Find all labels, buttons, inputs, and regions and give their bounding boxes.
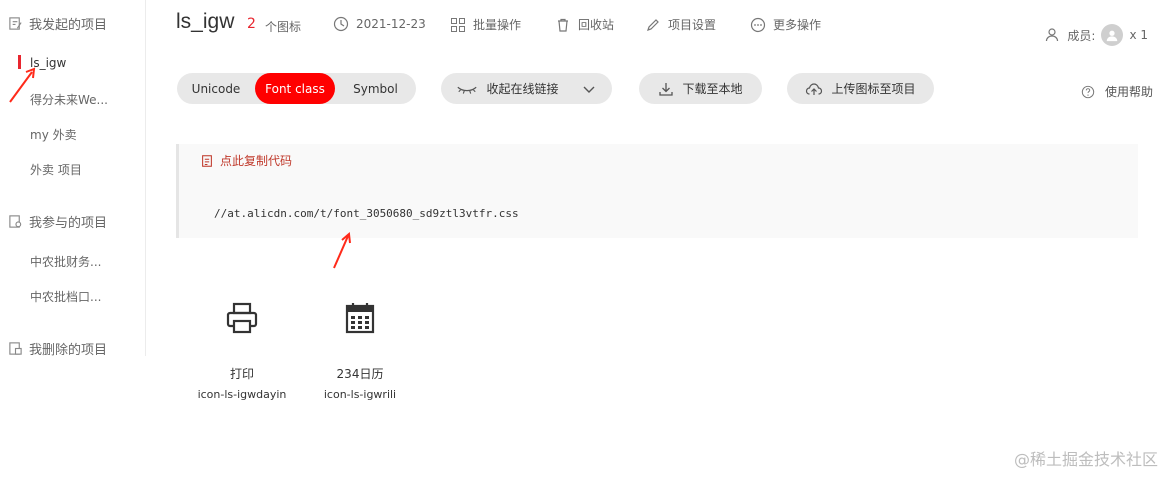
sidebar-item-joined-1[interactable]: 中农批财务...	[30, 253, 101, 270]
recycle-bin-button[interactable]: 回收站	[555, 16, 614, 33]
collapse-online-link-button[interactable]: 收起在线链接	[441, 73, 612, 104]
cloud-upload-icon	[806, 82, 823, 95]
batch-operation-button[interactable]: 批量操作	[450, 16, 521, 33]
pencil-icon	[647, 18, 659, 31]
batch-operation-label: 批量操作	[473, 18, 522, 32]
trash-icon	[558, 18, 568, 32]
eye-closed-icon	[457, 86, 478, 94]
copy-code-button[interactable]: 点此复制代码	[200, 152, 292, 169]
joined-projects-section[interactable]: 我参与的项目	[8, 212, 107, 231]
user-avatar-icon	[1107, 30, 1118, 42]
upload-icons-button[interactable]: 上传图标至项目	[787, 73, 934, 104]
icon-class-name: icon-ls-igwrili	[323, 388, 397, 401]
download-icon	[659, 82, 674, 96]
avatar[interactable]	[1101, 24, 1124, 46]
css-link-url[interactable]: //at.alicdn.com/t/font_3050680_sd9ztl3vt…	[214, 207, 519, 220]
deleted-projects-section[interactable]: 我删除的项目	[8, 339, 107, 358]
project-title: ls_igw	[176, 10, 235, 33]
copy-doc-icon	[202, 154, 212, 167]
member-icon	[1046, 28, 1059, 42]
sidebar-item-project-3[interactable]: my 外卖	[30, 126, 77, 143]
edit-doc-icon	[9, 17, 22, 30]
download-label: 下载至本地	[682, 82, 743, 96]
copy-code-label: 点此复制代码	[220, 154, 293, 168]
code-panel	[176, 144, 1138, 238]
more-operations-button[interactable]: 更多操作	[750, 16, 821, 33]
doc-delete-icon	[9, 342, 22, 355]
sidebar: 我发起的项目 ls_igw 得分未来We... my 外卖 外卖 项目 我参与的…	[0, 0, 146, 358]
icon-card-rili[interactable]: 234日历 icon-ls-igwrili	[305, 300, 415, 401]
tab-unicode[interactable]: Unicode	[177, 73, 255, 104]
annotation-arrow-sidebar	[9, 67, 36, 103]
members-info[interactable]: 成员: x 1	[1045, 24, 1148, 46]
help-label: 使用帮助	[1104, 85, 1153, 99]
sidebar-item-joined-2[interactable]: 中农批档口...	[30, 288, 101, 305]
format-switcher: Unicode Font class Symbol	[177, 73, 416, 104]
annotation-arrow-code	[333, 232, 351, 269]
calendar-icon	[345, 303, 375, 334]
icon-count: 2	[247, 16, 256, 32]
printer-icon	[226, 302, 258, 334]
grid-icon	[451, 17, 465, 32]
recycle-bin-label: 回收站	[578, 18, 615, 32]
icon-name: 打印	[229, 367, 254, 381]
icon-class-name: icon-ls-igwdayin	[197, 388, 287, 401]
members-count: x 1	[1129, 28, 1148, 42]
clock-icon	[333, 16, 349, 32]
sidebar-item-project-4[interactable]: 外卖 项目	[30, 161, 82, 178]
collapse-link-label: 收起在线链接	[486, 82, 559, 96]
more-dots-icon	[750, 17, 766, 32]
tab-symbol[interactable]: Symbol	[335, 73, 416, 104]
project-settings-label: 项目设置	[668, 18, 717, 32]
chevron-down-icon	[583, 86, 594, 93]
question-circle-icon	[1081, 85, 1095, 98]
upload-label: 上传图标至项目	[831, 82, 916, 96]
icon-name: 234日历	[336, 367, 384, 381]
icon-card-dayin[interactable]: 打印 icon-ls-igwdayin	[187, 300, 297, 401]
project-settings-button[interactable]: 项目设置	[645, 16, 716, 33]
deleted-projects-title: 我删除的项目	[29, 343, 108, 358]
doc-search-icon	[9, 215, 22, 228]
download-local-button[interactable]: 下载至本地	[639, 73, 762, 104]
members-label: 成员:	[1067, 28, 1096, 43]
date-info: 2021-12-23	[333, 16, 426, 32]
created-date: 2021-12-23	[356, 17, 426, 31]
icon-count-label: 个图标	[265, 20, 302, 34]
tab-font-class[interactable]: Font class	[255, 73, 335, 104]
sidebar-item-project-2[interactable]: 得分未来We...	[30, 91, 108, 108]
more-operations-label: 更多操作	[773, 18, 822, 32]
watermark: @稀土掘金技术社区	[1013, 450, 1158, 469]
joined-projects-title: 我参与的项目	[29, 216, 108, 231]
help-link[interactable]: 使用帮助	[1081, 83, 1153, 100]
my-projects-title: 我发起的项目	[29, 18, 108, 33]
my-projects-section[interactable]: 我发起的项目	[8, 14, 107, 33]
